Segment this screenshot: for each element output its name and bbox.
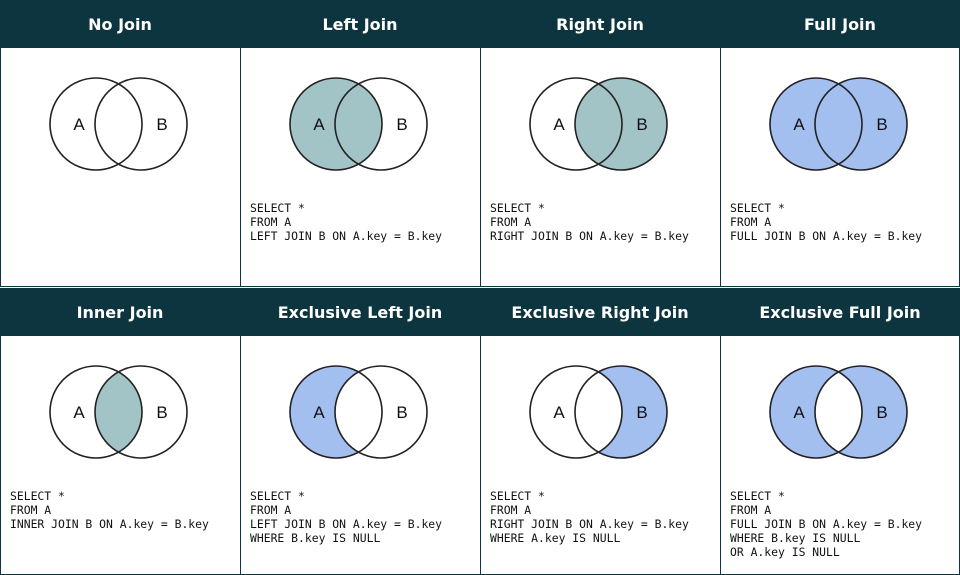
sql-line: SELECT * bbox=[250, 201, 305, 215]
sql-line: RIGHT JOIN B ON A.key = B.key bbox=[490, 229, 689, 243]
set-label-a: A bbox=[313, 115, 325, 134]
sql-code: SELECT * FROM A RIGHT JOIN B ON A.key = B.… bbox=[490, 489, 689, 545]
venn-diagram: AB bbox=[49, 77, 188, 171]
panel-body: A B SELECT * FROM A INNER JOIN B ON A.key = … bbox=[0, 336, 240, 575]
panel-exclusive-full-join: Exclusive Full Join A B SELECT * FROM A FULL … bbox=[720, 288, 960, 575]
set-label-a: A bbox=[73, 403, 85, 422]
sql-line: OR A.key IS NULL bbox=[730, 545, 840, 559]
venn-diagram: AB bbox=[529, 365, 668, 459]
set-label-b: B bbox=[396, 115, 407, 134]
sql-code: SELECT * FROM A RIGHT JOIN B ON A.key = B.… bbox=[490, 201, 689, 243]
panel-body: A B SELECT * FROM A LEFT JOIN B ON A.key = B… bbox=[240, 336, 480, 575]
sql-code: SELECT * FROM A LEFT JOIN B ON A.key = B.k… bbox=[250, 489, 442, 545]
sql-line: FROM A bbox=[10, 503, 52, 517]
panel-title: Exclusive Full Join bbox=[720, 288, 960, 336]
panel-right-join: Right Join A B SELECT * FROM A RIGHT JOIN B O… bbox=[480, 0, 720, 288]
sql-line: SELECT * bbox=[490, 201, 545, 215]
sql-line: FROM A bbox=[490, 215, 532, 229]
sql-line: INNER JOIN B ON A.key = B.key bbox=[10, 517, 209, 531]
panel-title: No Join bbox=[0, 0, 240, 48]
join-types-grid: No Join A B Left Join A B SELECT * FROM A LEFT … bbox=[0, 0, 960, 575]
venn-diagram: AB bbox=[529, 77, 668, 171]
panel-inner-join: Inner Join A B SELECT * FROM A INNER JOIN B O… bbox=[0, 288, 240, 575]
panel-body: A B SELECT * FROM A RIGHT JOIN B ON A.key = … bbox=[480, 336, 720, 575]
sql-line: SELECT * bbox=[490, 489, 545, 503]
set-label-b: B bbox=[636, 403, 647, 422]
venn-diagram: AB bbox=[769, 77, 908, 171]
panel-no-join: No Join A B bbox=[0, 0, 240, 288]
panel-title: Left Join bbox=[240, 0, 480, 48]
sql-line: LEFT JOIN B ON A.key = B.key bbox=[250, 229, 443, 243]
sql-line: FULL JOIN B ON A.key = B.key bbox=[730, 517, 923, 531]
sql-code: SELECT * FROM A FULL JOIN B ON A.key = B.k… bbox=[730, 489, 922, 559]
sql-line: SELECT * bbox=[730, 489, 785, 503]
panel-title: Exclusive Left Join bbox=[240, 288, 480, 336]
sql-code: SELECT * FROM A FULL JOIN B ON A.key = B.k… bbox=[730, 201, 922, 243]
sql-line: FROM A bbox=[730, 215, 772, 229]
panel-exclusive-right-join: Exclusive Right Join A B SELECT * FROM A RIGH… bbox=[480, 288, 720, 575]
venn-diagram: AB bbox=[289, 365, 428, 459]
sql-line: SELECT * bbox=[250, 489, 305, 503]
set-label-b: B bbox=[636, 115, 647, 134]
sql-line: FROM A bbox=[250, 215, 292, 229]
sql-line: FULL JOIN B ON A.key = B.key bbox=[730, 229, 923, 243]
panel-exclusive-left-join: Exclusive Left Join A B SELECT * FROM A LEFT … bbox=[240, 288, 480, 575]
set-label-b: B bbox=[396, 403, 407, 422]
sql-line: WHERE A.key IS NULL bbox=[490, 531, 621, 545]
set-label-a: A bbox=[73, 115, 85, 134]
circle-a bbox=[49, 77, 143, 171]
panel-body: A B SELECT * FROM A FULL JOIN B ON A.key = B… bbox=[720, 48, 960, 287]
set-label-a: A bbox=[553, 115, 565, 134]
circle-b bbox=[94, 77, 188, 171]
set-label-a: A bbox=[553, 403, 565, 422]
sql-line: FROM A bbox=[490, 503, 532, 517]
sql-code: SELECT * FROM A INNER JOIN B ON A.key = B.… bbox=[10, 489, 209, 531]
set-label-a: A bbox=[793, 403, 805, 422]
set-label-a: A bbox=[313, 403, 325, 422]
panel-title: Full Join bbox=[720, 0, 960, 48]
sql-code: SELECT * FROM A LEFT JOIN B ON A.key = B.k… bbox=[250, 201, 442, 243]
set-label-b: B bbox=[156, 115, 167, 134]
set-label-a: A bbox=[793, 115, 805, 134]
panel-body: A B SELECT * FROM A RIGHT JOIN B ON A.key = … bbox=[480, 48, 720, 287]
panel-left-join: Left Join A B SELECT * FROM A LEFT JOIN B ON … bbox=[240, 0, 480, 288]
panel-body: A B SELECT * FROM A FULL JOIN B ON A.key = B… bbox=[720, 336, 960, 575]
venn-diagram: AB bbox=[769, 365, 908, 459]
sql-line: FROM A bbox=[730, 503, 772, 517]
sql-line: RIGHT JOIN B ON A.key = B.key bbox=[490, 517, 689, 531]
panel-body: AB bbox=[0, 48, 240, 287]
sql-line: WHERE B.key IS NULL bbox=[730, 531, 861, 545]
sql-line: SELECT * bbox=[730, 201, 785, 215]
panel-body: A B SELECT * FROM A LEFT JOIN B ON A.key = B… bbox=[240, 48, 480, 287]
set-label-b: B bbox=[156, 403, 167, 422]
panel-title: Right Join bbox=[480, 0, 720, 48]
sql-line: WHERE B.key IS NULL bbox=[250, 531, 381, 545]
sql-line: SELECT * bbox=[10, 489, 65, 503]
panel-title: Inner Join bbox=[0, 288, 240, 336]
venn-diagram: AB bbox=[289, 77, 428, 171]
sql-line: LEFT JOIN B ON A.key = B.key bbox=[250, 517, 443, 531]
set-label-b: B bbox=[876, 403, 887, 422]
panel-full-join: Full Join A B SELECT * FROM A FULL JOIN B ON … bbox=[720, 0, 960, 288]
sql-line: FROM A bbox=[250, 503, 292, 517]
panel-title: Exclusive Right Join bbox=[480, 288, 720, 336]
set-label-b: B bbox=[876, 115, 887, 134]
venn-diagram: AB bbox=[49, 365, 188, 459]
